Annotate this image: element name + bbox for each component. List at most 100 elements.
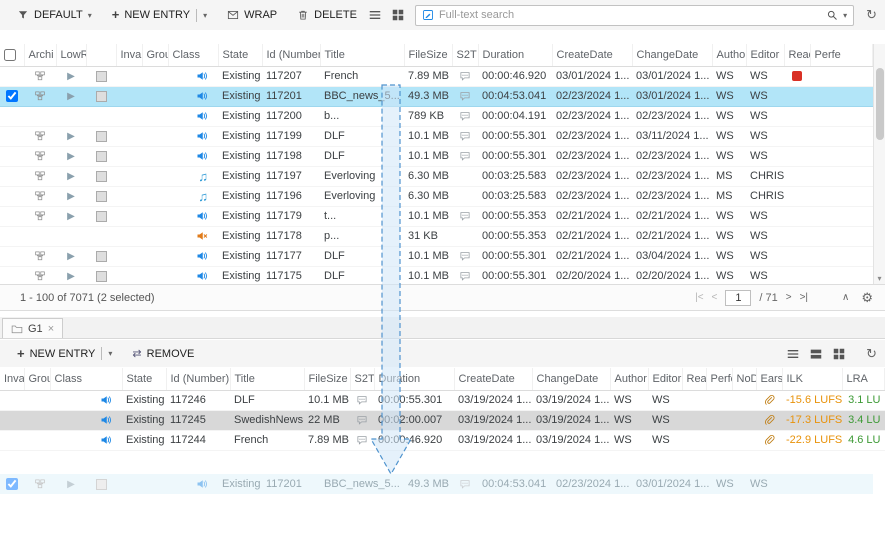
column-header-ears[interactable]: Ears bbox=[756, 368, 782, 390]
play-icon[interactable]: ▶ bbox=[67, 271, 75, 282]
table-row[interactable]: Existing117246DLF10.1 MB00:00:55.30103/1… bbox=[0, 390, 885, 410]
column-header-changedate[interactable]: ChangeDate bbox=[532, 368, 610, 390]
column-header-ilk[interactable]: ILK bbox=[782, 368, 842, 390]
column-header-duration[interactable]: Duration bbox=[374, 368, 454, 390]
column-header-id-number-[interactable]: Id (Number) bbox=[262, 44, 320, 66]
column-header-read[interactable]: Read bbox=[784, 44, 810, 66]
cell-author: WS bbox=[712, 266, 746, 284]
new-entry-button-bottom[interactable]: + NEW ENTRY ▾ bbox=[8, 343, 121, 364]
column-header-col-0[interactable] bbox=[0, 44, 24, 66]
column-header-changedate[interactable]: ChangeDate bbox=[632, 44, 712, 66]
grid-view-icon[interactable] bbox=[391, 8, 405, 22]
settings-gear-icon[interactable]: ⚙ bbox=[861, 290, 873, 306]
table-row[interactable]: Existing117244French7.89 MB00:00:46.9200… bbox=[0, 430, 885, 450]
scrollbar-thumb[interactable] bbox=[876, 68, 884, 140]
scroll-down-icon[interactable]: ▾ bbox=[874, 274, 885, 283]
column-header-grou[interactable]: Grou bbox=[24, 368, 50, 390]
page-number-input[interactable] bbox=[725, 290, 751, 306]
full-text-search-box[interactable]: ▾ bbox=[415, 5, 854, 26]
column-header-filesize[interactable]: FileSize bbox=[304, 368, 350, 390]
play-icon[interactable]: ▶ bbox=[67, 151, 75, 162]
play-icon[interactable]: ▶ bbox=[67, 191, 75, 202]
last-page-button[interactable]: >| bbox=[800, 292, 808, 303]
cell-duration: 00:03:25.583 bbox=[478, 186, 552, 206]
column-header-perfe[interactable]: Perfe bbox=[706, 368, 732, 390]
remove-button[interactable]: ⇄ REMOVE bbox=[123, 343, 203, 364]
row-checkbox[interactable] bbox=[6, 478, 18, 490]
column-header-s2t[interactable]: S2T bbox=[452, 44, 478, 66]
column-header-title[interactable]: Title bbox=[320, 44, 404, 66]
table-row[interactable]: ▶Existing117177DLF10.1 MB00:00:55.30102/… bbox=[0, 246, 873, 266]
column-header-col-3[interactable] bbox=[86, 44, 116, 66]
column-header-createdate[interactable]: CreateDate bbox=[552, 44, 632, 66]
column-header-read[interactable]: Read bbox=[682, 368, 706, 390]
search-options-chevron-icon[interactable]: ▾ bbox=[843, 11, 847, 20]
grid-view-icon[interactable] bbox=[832, 347, 846, 361]
first-page-button[interactable]: |< bbox=[695, 292, 703, 303]
table-row[interactable]: Existing117200b...789 KB00:00:04.19102/2… bbox=[0, 106, 873, 126]
column-header-inval[interactable]: Inval bbox=[0, 368, 24, 390]
list-view-icon[interactable] bbox=[368, 8, 382, 22]
table-row[interactable]: ▶Existing117175DLF10.1 MB00:00:55.30102/… bbox=[0, 266, 873, 284]
column-header-s2t[interactable]: S2T bbox=[350, 368, 374, 390]
prev-page-button[interactable]: < bbox=[712, 292, 718, 303]
table-row[interactable]: Existing117178p...31 KB00:00:55.35302/21… bbox=[0, 226, 873, 246]
play-icon[interactable]: ▶ bbox=[67, 251, 75, 262]
play-icon[interactable]: ▶ bbox=[67, 211, 75, 222]
play-icon[interactable]: ▶ bbox=[67, 171, 75, 182]
vertical-scrollbar[interactable]: ▾ bbox=[873, 44, 885, 284]
refresh-icon[interactable]: ↻ bbox=[866, 346, 877, 362]
table-row[interactable]: ▶Existing117199DLF10.1 MB00:00:55.30102/… bbox=[0, 126, 873, 146]
delete-button[interactable]: DELETE bbox=[288, 5, 366, 25]
column-header-editor[interactable]: Editor bbox=[648, 368, 682, 390]
column-header-perfe[interactable]: Perfe bbox=[810, 44, 873, 66]
select-all-checkbox[interactable] bbox=[4, 49, 16, 61]
table-row[interactable]: ▶♫Existing117197Everloving6.30 MB00:03:2… bbox=[0, 166, 873, 186]
column-header-editor[interactable]: Editor bbox=[746, 44, 784, 66]
column-header-author[interactable]: Author bbox=[610, 368, 648, 390]
filter-default-button[interactable]: DEFAULT ▾ bbox=[8, 5, 101, 25]
table-row[interactable]: ▶♫Existing117196Everloving6.30 MB00:03:2… bbox=[0, 186, 873, 206]
table-row[interactable]: ▶Existing117201BBC_news_5...49.3 MB00:04… bbox=[0, 86, 873, 106]
column-header-createdate[interactable]: CreateDate bbox=[454, 368, 532, 390]
column-header-id-number-[interactable]: Id (Number) bbox=[166, 368, 230, 390]
column-header-grou[interactable]: Grou bbox=[142, 44, 168, 66]
column-header-class[interactable]: Class bbox=[168, 44, 218, 66]
play-icon[interactable]: ▶ bbox=[67, 71, 75, 82]
play-icon[interactable]: ▶ bbox=[67, 91, 75, 102]
search-icon[interactable] bbox=[826, 9, 838, 21]
column-header-lra[interactable]: LRA bbox=[842, 368, 885, 390]
column-header-nodi[interactable]: NoDi bbox=[732, 368, 756, 390]
audio-icon bbox=[196, 250, 208, 262]
row-checkbox[interactable] bbox=[6, 90, 18, 102]
tab-g1[interactable]: G1 × bbox=[2, 318, 63, 338]
table-row[interactable]: ▶Existing117179t...10.1 MB00:00:55.35302… bbox=[0, 206, 873, 226]
next-page-button[interactable]: > bbox=[786, 292, 792, 303]
column-header-lowres[interactable]: LowRes bbox=[56, 44, 86, 66]
table-row[interactable]: Existing117245SwedishNews22 MB00:02:00.0… bbox=[0, 410, 885, 430]
column-header-state[interactable]: State bbox=[218, 44, 262, 66]
search-input[interactable] bbox=[439, 9, 821, 21]
tab-close-icon[interactable]: × bbox=[48, 323, 54, 335]
table-row[interactable]: ▶Existing117207French7.89 MB00:00:46.920… bbox=[0, 66, 873, 86]
rows-view-icon[interactable] bbox=[809, 347, 823, 361]
cell-author: WS bbox=[712, 206, 746, 226]
play-icon[interactable]: ▶ bbox=[67, 479, 75, 490]
list-view-icon[interactable] bbox=[786, 347, 800, 361]
column-header-class[interactable]: Class bbox=[50, 368, 122, 390]
column-header-inval[interactable]: Inval bbox=[116, 44, 142, 66]
column-header-filesize[interactable]: FileSize bbox=[404, 44, 452, 66]
table-row[interactable]: ▶Existing117201BBC_news_5...49.3 MB00:04… bbox=[0, 474, 873, 494]
new-entry-button[interactable]: + NEW ENTRY ▾ bbox=[103, 5, 216, 26]
refresh-icon[interactable]: ↻ bbox=[866, 7, 877, 23]
play-icon[interactable]: ▶ bbox=[67, 131, 75, 142]
column-header-duration[interactable]: Duration bbox=[478, 44, 552, 66]
column-header-author[interactable]: Author bbox=[712, 44, 746, 66]
cell-id: 117245 bbox=[166, 410, 230, 430]
column-header-title[interactable]: Title bbox=[230, 368, 304, 390]
collapse-panel-icon[interactable]: ∧ bbox=[842, 292, 849, 303]
table-row[interactable]: ▶Existing117198DLF10.1 MB00:00:55.30102/… bbox=[0, 146, 873, 166]
column-header-state[interactable]: State bbox=[122, 368, 166, 390]
column-header-archi[interactable]: Archi bbox=[24, 44, 56, 66]
wrap-button[interactable]: WRAP bbox=[218, 5, 286, 25]
